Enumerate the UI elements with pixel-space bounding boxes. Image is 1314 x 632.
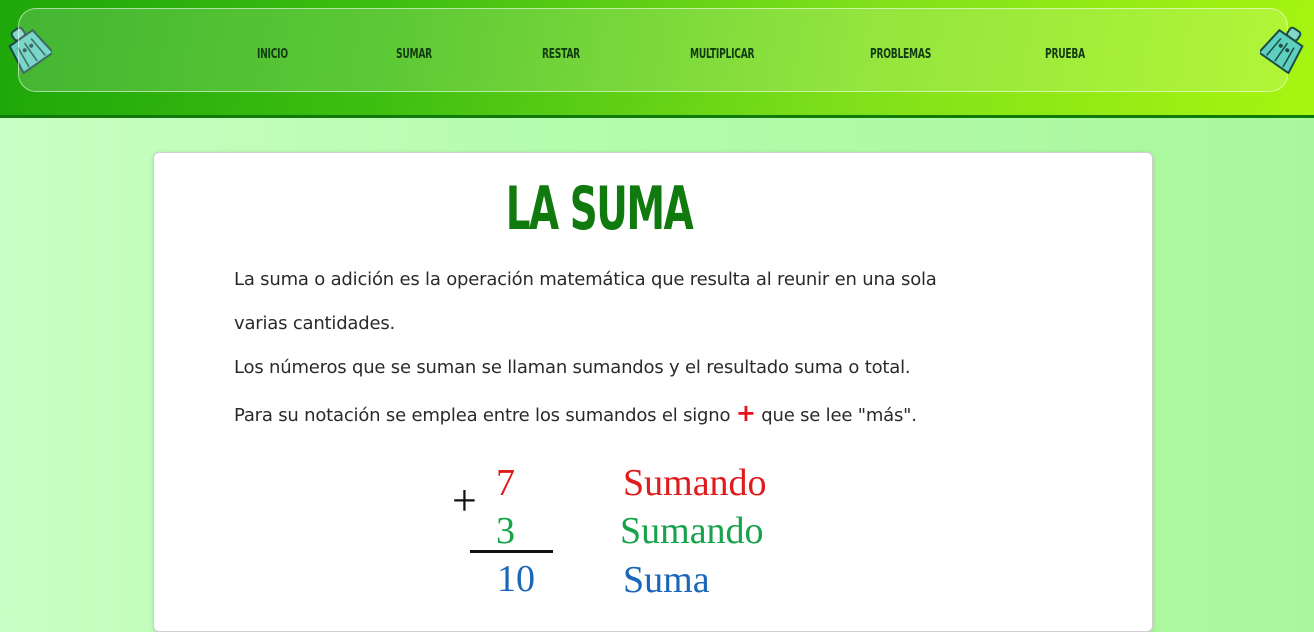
- page-title: LA SUMA: [505, 174, 694, 244]
- nav-item-prueba[interactable]: PRUEBA: [1045, 47, 1085, 62]
- paragraph-definition-line-1: La suma o adición es la operación matemá…: [234, 269, 937, 290]
- nav-item-restar[interactable]: RESTAR: [542, 47, 580, 62]
- label-addend-1: Sumando: [623, 462, 767, 504]
- notation-text-before: Para su notación se emplea entre los sum…: [234, 405, 731, 426]
- nav-item-problemas[interactable]: PROBLEMAS: [870, 47, 931, 62]
- main-navigation: INICIO SUMAR RESTAR MULTIPLICAR PROBLEMA…: [18, 8, 1288, 92]
- paragraph-notation: Para su notación se emplea entre los sum…: [234, 399, 1134, 427]
- site-header: INICIO SUMAR RESTAR MULTIPLICAR PROBLEMA…: [0, 0, 1314, 118]
- paragraph-terms: Los números que se suman se llaman suman…: [234, 357, 911, 378]
- sum-line: [470, 550, 553, 553]
- paragraph-definition-line-2: varias cantidades.: [234, 313, 396, 334]
- broom-character-icon: [1260, 26, 1304, 74]
- addend-1: 7: [496, 462, 515, 504]
- label-result: Suma: [623, 559, 710, 601]
- nav-item-multiplicar[interactable]: MULTIPLICAR: [690, 47, 755, 62]
- nav-item-sumar[interactable]: SUMAR: [396, 47, 432, 62]
- lesson-card: LA SUMA La suma o adición es la operació…: [153, 152, 1153, 632]
- addend-2: 3: [496, 510, 515, 552]
- notation-text-after: que se lee "más".: [761, 405, 917, 426]
- label-addend-2: Sumando: [620, 510, 764, 552]
- plus-operator: +: [452, 476, 477, 525]
- plus-sign: +: [735, 399, 756, 427]
- result: 10: [497, 558, 535, 600]
- nav-item-inicio[interactable]: INICIO: [257, 47, 288, 62]
